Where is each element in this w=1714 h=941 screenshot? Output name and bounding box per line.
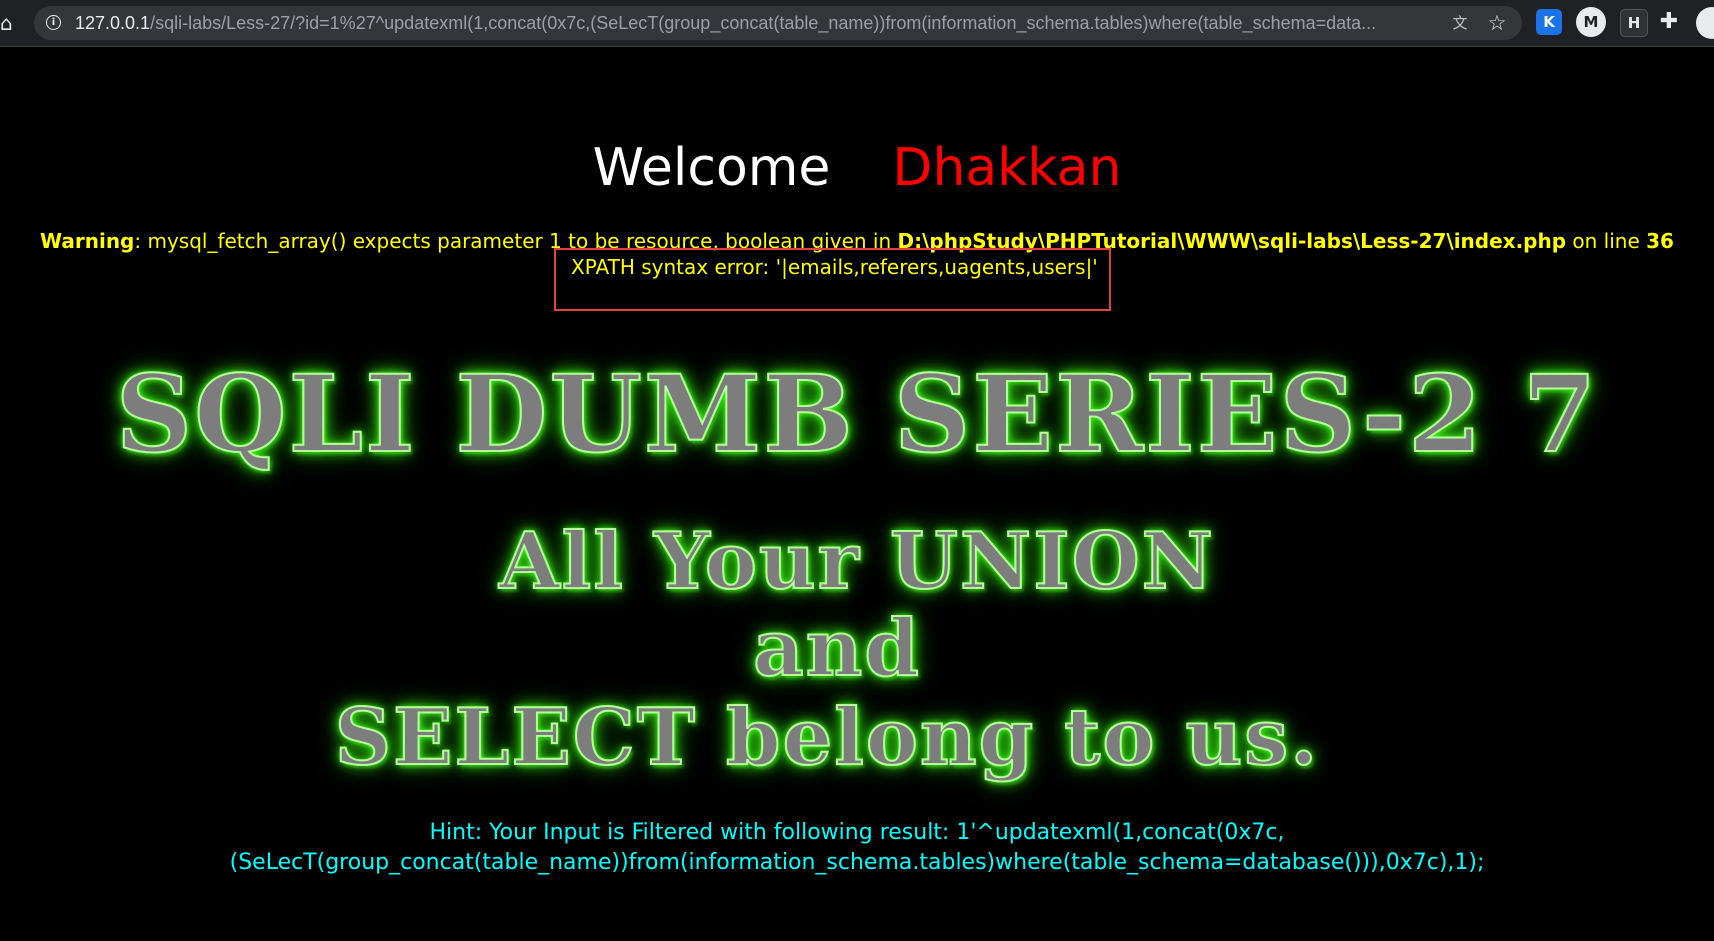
slogan-line-2: and	[752, 603, 921, 695]
warning-online: on line	[1566, 229, 1647, 253]
xpath-error: XPATH syntax error: '|emails,referers,ua…	[571, 255, 1098, 279]
extension-h-icon[interactable]: H	[1620, 9, 1648, 37]
slogan-line-1: All Your UNION	[498, 515, 1215, 608]
welcome-word: Welcome	[592, 138, 831, 198]
site-info-icon[interactable]: i	[46, 15, 61, 30]
url-host: 127.0.0.1	[75, 13, 151, 33]
profile-avatar[interactable]	[1696, 7, 1714, 39]
welcome-name: Dhakkan	[892, 138, 1122, 198]
warning-label: Warning	[40, 229, 135, 253]
extension-k-icon[interactable]: K	[1536, 9, 1562, 35]
address-bar[interactable]: i 127.0.0.1/sqli-labs/Less-27/?id=1%27^u…	[34, 6, 1522, 40]
url-path: /sqli-labs/Less-27/?id=1%27^updatexml(1,…	[150, 13, 1377, 33]
welcome-heading: Welcome Dhakkan	[0, 136, 1714, 200]
warning-line: 36	[1646, 229, 1674, 253]
hint-line-2: (SeLecT(group_concat(table_name))from(in…	[229, 850, 1485, 875]
extensions-puzzle-icon[interactable]: ✚	[1656, 9, 1682, 35]
bookmark-star-icon[interactable]: ☆	[1486, 11, 1508, 35]
hint-line-1: Hint: Your Input is Filtered with follow…	[429, 820, 1285, 845]
url-text[interactable]: 127.0.0.1/sqli-labs/Less-27/?id=1%27^upd…	[75, 6, 1465, 40]
translate-icon[interactable]: 文	[1450, 13, 1470, 33]
extension-m-icon[interactable]: M	[1576, 7, 1606, 37]
home-icon[interactable]: ⌂	[0, 10, 16, 36]
slogan-line-3: SELECT belong to us.	[334, 691, 1320, 784]
browser-toolbar: ⌂ i 127.0.0.1/sqli-labs/Less-27/?id=1%27…	[0, 0, 1714, 47]
series-title-art: SQLI DUMB SERIES-2 7	[115, 351, 1599, 477]
